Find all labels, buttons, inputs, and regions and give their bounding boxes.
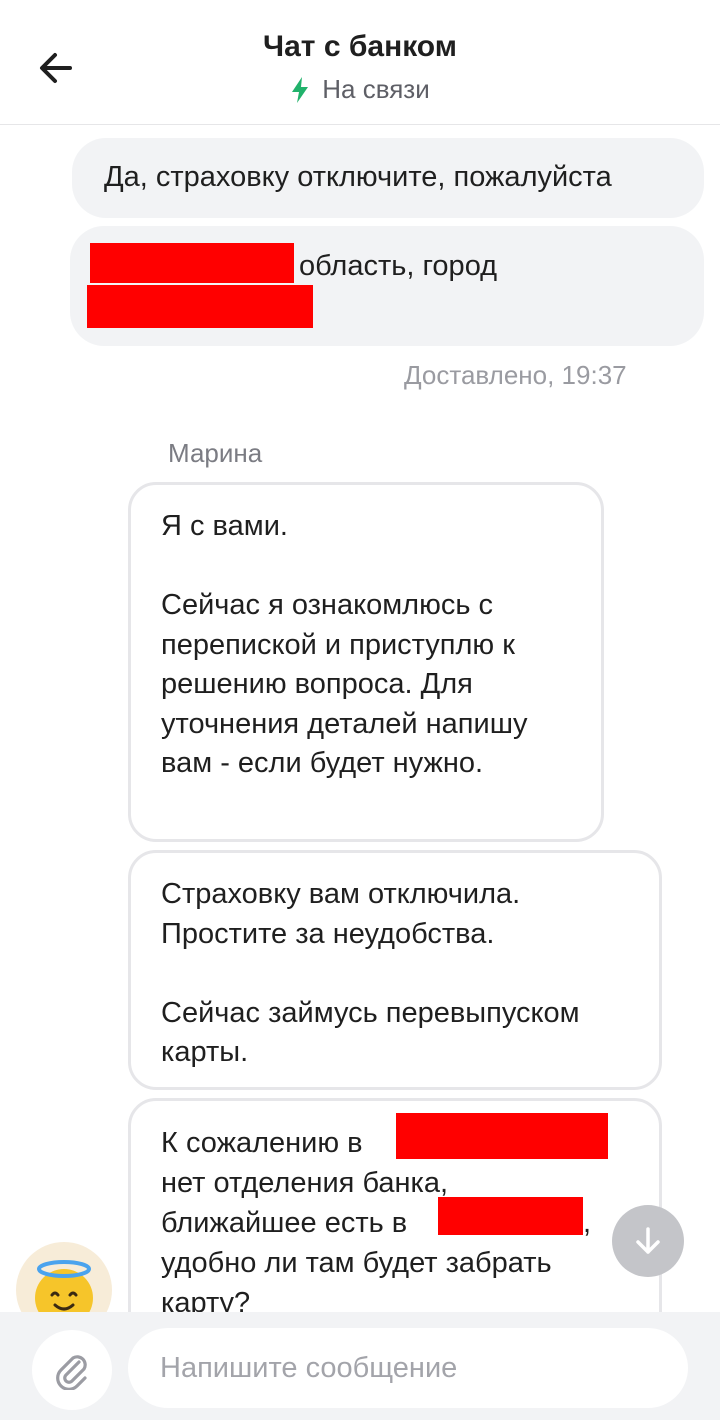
incoming-message[interactable]: Страховку вам отключила. Простите за неу… — [128, 850, 662, 1090]
chat-header: Чат с банком На связи — [0, 0, 720, 125]
paperclip-icon — [56, 1355, 87, 1390]
redacted-region — [90, 243, 294, 283]
message-text: нет отделения банка, — [161, 1167, 449, 1199]
redacted-region — [396, 1113, 608, 1159]
status-text: На связи — [322, 74, 430, 104]
scroll-down-button[interactable] — [612, 1205, 684, 1277]
operator-name: Марина — [168, 438, 263, 468]
message-text: область, город — [299, 250, 498, 282]
message-text: удобно ли там будет забрать — [161, 1247, 552, 1279]
incoming-message[interactable]: Я с вами. Сейчас я ознакомлюсь с перепис… — [128, 482, 604, 842]
message-text: ближайшее есть в — [161, 1207, 408, 1239]
redacted-region — [438, 1197, 583, 1235]
connection-status: На связи — [0, 74, 720, 105]
outgoing-message[interactable]: Да, страховку отключите, пожалуйста — [72, 138, 704, 218]
arrow-down-icon — [636, 1227, 660, 1254]
redacted-region — [87, 285, 313, 328]
message-text: , — [583, 1207, 592, 1239]
outgoing-message[interactable]: область, город — [70, 226, 704, 346]
message-text: Страховку вам отключила. Простите за неу… — [161, 878, 580, 1068]
delivery-status: Доставлено, 19:37 — [404, 360, 627, 390]
message-input[interactable] — [128, 1328, 688, 1408]
message-text: К сожалению в — [161, 1127, 363, 1159]
attach-button[interactable] — [32, 1330, 112, 1410]
lightning-icon — [292, 76, 309, 103]
chat-title: Чат с банком — [263, 30, 457, 63]
message-text: Да, страховку отключите, пожалуйста — [104, 161, 612, 193]
message-text: Я с вами. Сейчас я ознакомлюсь с перепис… — [161, 510, 528, 779]
